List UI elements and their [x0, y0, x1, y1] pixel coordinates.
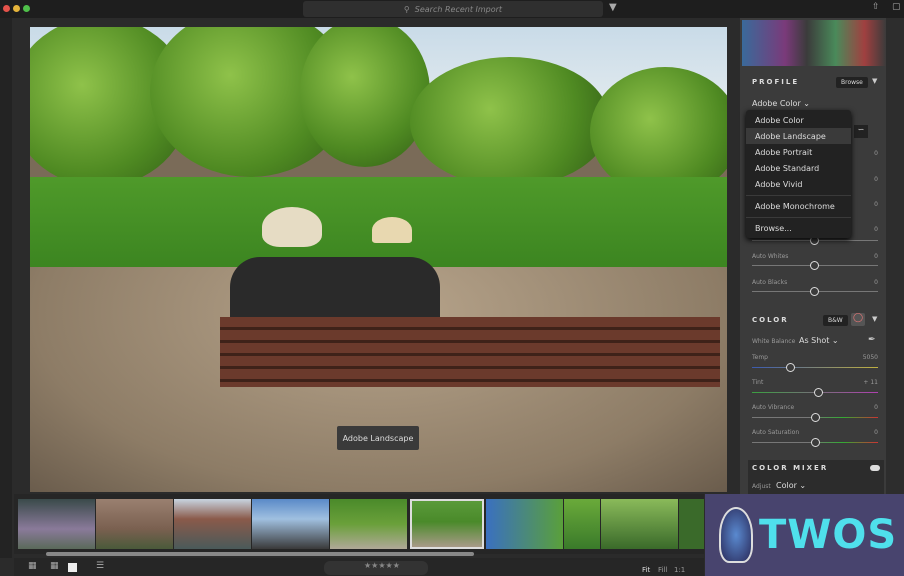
color-slider-label: Temp: [752, 354, 768, 361]
auto-whites-label: Auto Whites: [752, 253, 789, 260]
bench: [220, 317, 720, 387]
zoom-fill[interactable]: Fill: [658, 566, 667, 574]
auto-blacks-label: Auto Blacks: [752, 279, 788, 286]
top-bar: ⚲ Search Recent Import ▼ ⇧ ▢: [0, 0, 904, 18]
color-heading: COLOR: [752, 316, 789, 324]
filmstrip-scrollbar[interactable]: [46, 552, 474, 556]
white-balance-dropdown[interactable]: As Shot ⌄: [799, 336, 839, 345]
menu-item-adobe-portrait[interactable]: Adobe Portrait: [746, 144, 851, 160]
tone-curve-icon[interactable]: ∽: [854, 125, 868, 138]
histogram: [742, 20, 886, 66]
bw-button[interactable]: B&W: [823, 315, 848, 326]
left-toolbar: [0, 18, 12, 558]
color-slider-value: 0: [874, 429, 878, 436]
logo-text: TWOS: [759, 512, 898, 558]
tree: [300, 27, 430, 167]
filmstrip-thumbnail-selected[interactable]: [410, 499, 484, 549]
tool-strip: [886, 18, 904, 558]
color-slider-label: Auto Vibrance: [752, 404, 795, 411]
grid-view-icon[interactable]: ▦: [28, 561, 37, 571]
color-slider-knob[interactable]: [811, 413, 820, 422]
filmstrip-thumbnail[interactable]: [252, 499, 329, 549]
menu-item-adobe-monochrome[interactable]: Adobe Monochrome: [746, 198, 851, 214]
auto-whites-value: 0: [874, 253, 878, 260]
slider-value: 0: [874, 176, 878, 183]
menu-item-adobe-color[interactable]: Adobe Color: [746, 112, 851, 128]
search-input[interactable]: ⚲ Search Recent Import: [303, 1, 603, 17]
auto-blacks-value: 0: [874, 279, 878, 286]
adjust-label: Adjust: [752, 483, 771, 490]
profile-dropdown[interactable]: Adobe Color ⌄: [752, 99, 810, 108]
slider-knob[interactable]: [810, 261, 819, 270]
twos-logo: TWOS: [705, 494, 904, 576]
profile-heading: PROFILE: [752, 78, 800, 86]
collapse-icon[interactable]: ▼: [872, 77, 877, 85]
lightbulb-icon: [719, 507, 753, 563]
rating-stars[interactable]: ★★★★★: [324, 561, 428, 575]
filmstrip: [14, 494, 704, 554]
menu-divider: [746, 195, 851, 196]
filmstrip-thumbnail[interactable]: [486, 499, 563, 549]
cap: [372, 217, 412, 243]
filmstrip-thumbnail[interactable]: [96, 499, 173, 549]
zoom-1-1[interactable]: 1:1: [674, 566, 685, 574]
white-balance-label: White Balance: [752, 338, 796, 345]
color-slider-value: 0: [874, 404, 878, 411]
profile-tooltip: Adobe Landscape: [337, 426, 419, 450]
slider-value: 0: [874, 226, 878, 233]
hat: [262, 207, 322, 247]
color-slider-track[interactable]: [752, 367, 878, 368]
profile-menu: Adobe Color Adobe Landscape Adobe Portra…: [746, 110, 851, 238]
close-window-button[interactable]: [3, 5, 10, 12]
square-grid-icon[interactable]: ▦: [50, 561, 59, 571]
color-slider-knob[interactable]: [811, 438, 820, 447]
detail-view-icon[interactable]: [68, 563, 77, 572]
menu-item-adobe-landscape[interactable]: Adobe Landscape: [746, 128, 851, 144]
eyedropper-icon[interactable]: ✒: [868, 335, 876, 345]
slider-value: 0: [874, 201, 878, 208]
filmstrip-thumbnail[interactable]: [330, 499, 407, 549]
filmstrip-thumbnail[interactable]: [174, 499, 251, 549]
filmstrip-thumbnail[interactable]: [679, 499, 704, 549]
color-slider-label: Auto Saturation: [752, 429, 800, 436]
color-slider-knob[interactable]: [785, 363, 795, 372]
color-slider-label: Tint: [752, 379, 764, 386]
adjust-dropdown[interactable]: Color ⌄: [776, 481, 806, 490]
share-icon[interactable]: ⇧: [872, 2, 880, 12]
panel-toggle-icon[interactable]: ▢: [892, 2, 901, 12]
menu-item-browse[interactable]: Browse...: [746, 220, 851, 236]
slider-knob[interactable]: [810, 287, 819, 296]
mixer-toggle[interactable]: [870, 465, 880, 471]
minimize-window-button[interactable]: [13, 5, 20, 12]
filter-icon[interactable]: ▼: [609, 2, 617, 13]
color-slider-value: + 11: [863, 379, 878, 386]
menu-item-adobe-vivid[interactable]: Adobe Vivid: [746, 176, 851, 192]
color-slider-knob[interactable]: [813, 388, 823, 397]
menu-item-adobe-standard[interactable]: Adobe Standard: [746, 160, 851, 176]
maximize-window-button[interactable]: [23, 5, 30, 12]
color-mixer-heading: COLOR MIXER: [752, 464, 829, 472]
bottom-toolbar: ▦ ▦ ☰ ★★★★★ Fit Fill 1:1: [14, 558, 704, 576]
zoom-fit[interactable]: Fit: [642, 566, 650, 574]
color-slider-value: 5050: [862, 354, 878, 361]
search-icon: ⚲: [403, 4, 410, 14]
slider-value: 0: [874, 150, 878, 157]
color-wheel-icon[interactable]: ◯: [851, 313, 865, 326]
filmstrip-thumbnail[interactable]: [601, 499, 678, 549]
browse-button[interactable]: Browse: [836, 77, 868, 88]
menu-divider: [746, 217, 851, 218]
photo-canvas[interactable]: Adobe Landscape: [30, 27, 727, 492]
tree: [410, 57, 610, 187]
filmstrip-thumbnail[interactable]: [564, 499, 600, 549]
filmstrip-thumbnail[interactable]: [18, 499, 95, 549]
sort-icon[interactable]: ☰: [96, 561, 104, 571]
collapse-icon[interactable]: ▼: [872, 315, 877, 323]
